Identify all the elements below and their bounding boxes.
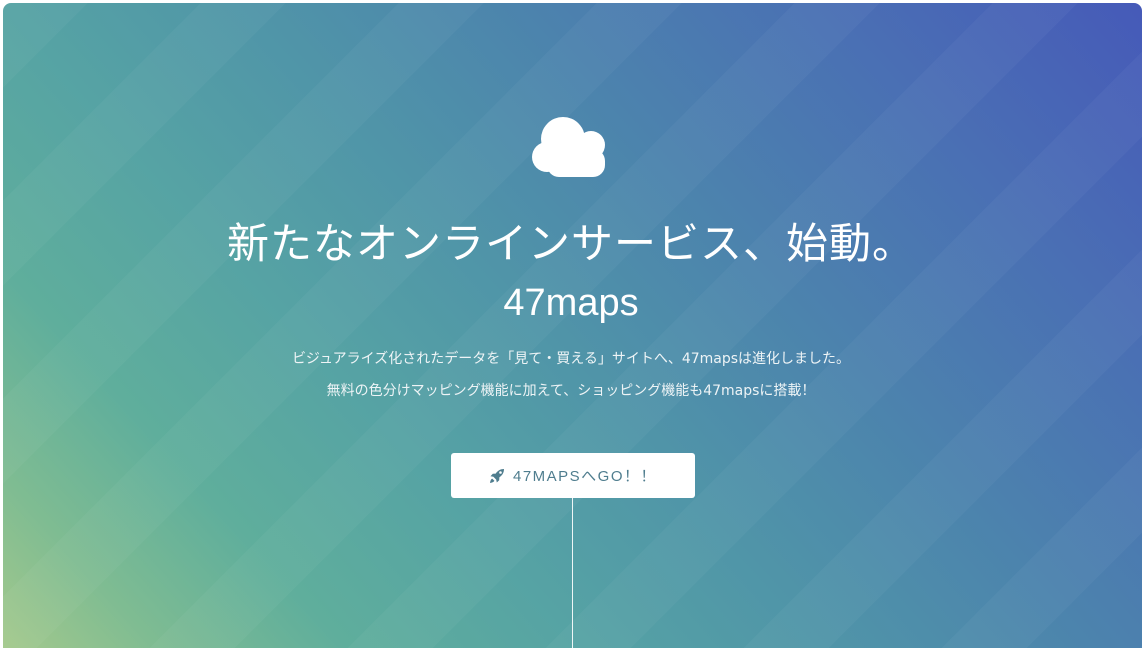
scroll-guide-line — [572, 498, 573, 648]
rocket-icon — [489, 468, 504, 483]
brand-name: 47maps — [503, 282, 639, 324]
go-button-label: 47MAPSへGO！！ — [512, 468, 658, 485]
page-title: 新たなオンラインサービス、始動。 — [226, 219, 915, 268]
description-line-1: ビジュアライズ化されたデータを「見て・買える」サイトへ、47mapsは進化しまし… — [291, 351, 851, 367]
cloud-icon — [532, 117, 605, 177]
description-line-2: 無料の色分けマッピング機能に加えて、ショッピング機能も47mapsに搭載！ — [326, 383, 816, 399]
go-to-47maps-button[interactable]: 47MAPSへGO！！ — [451, 453, 695, 498]
